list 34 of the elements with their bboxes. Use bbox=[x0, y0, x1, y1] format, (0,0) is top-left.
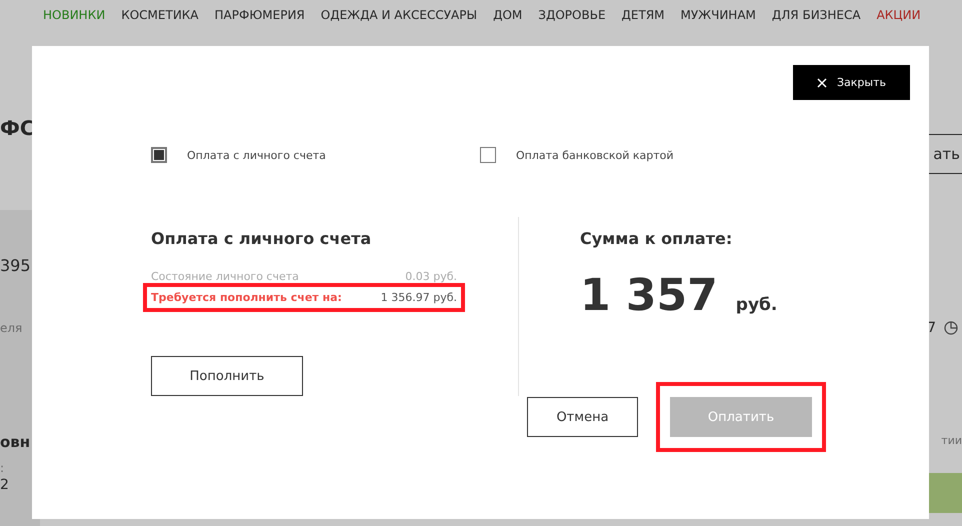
row-value: 0.03 руб. bbox=[405, 270, 457, 283]
total-title: Сумма к оплате: bbox=[580, 229, 734, 248]
order-number: 395 bbox=[0, 256, 31, 275]
field-caption: еля bbox=[0, 321, 22, 335]
row-label: Требуется пополнить счет на: bbox=[151, 291, 342, 304]
close-button[interactable]: Закрыть bbox=[793, 65, 910, 100]
top-up-button[interactable]: Пополнить bbox=[151, 356, 303, 396]
nav-link[interactable]: ДЕТЯМ bbox=[622, 8, 665, 30]
currency-text: руб. bbox=[736, 295, 778, 315]
nav-link[interactable]: МУЖЧИНАМ bbox=[680, 8, 756, 30]
cancel-button[interactable]: Отмена bbox=[527, 397, 638, 437]
nav-link[interactable]: ПАРФЮМЕРИЯ bbox=[214, 8, 305, 30]
total-amount: 1 357 bbox=[580, 270, 718, 321]
close-icon bbox=[817, 78, 827, 88]
nav-link[interactable]: КОСМЕТИКА bbox=[121, 8, 199, 30]
note-text: тии bbox=[941, 434, 962, 447]
section-heading: овн bbox=[0, 433, 30, 451]
row-label: Состояние личного счета bbox=[151, 270, 299, 283]
option-label: Оплата банковской картой bbox=[516, 148, 674, 162]
nav-link[interactable]: АКЦИИ bbox=[876, 8, 921, 30]
payment-checkbox[interactable] bbox=[151, 147, 167, 163]
section-title: Оплата с личного счета bbox=[151, 229, 372, 248]
field-label: : bbox=[0, 461, 4, 475]
field-value: 2 bbox=[0, 477, 9, 493]
page-heading: ФС bbox=[0, 116, 35, 140]
nav-link[interactable]: ОДЕЖДА И АКСЕССУАРЫ bbox=[320, 8, 478, 30]
option-label: Оплата с личного счета bbox=[187, 148, 326, 162]
nav-link[interactable]: ДОМ bbox=[493, 8, 522, 30]
pie-chart-icon bbox=[944, 321, 958, 335]
payment-checkbox[interactable] bbox=[480, 147, 496, 163]
count-text: 7 bbox=[927, 320, 936, 336]
row-value: 1 356.97 руб. bbox=[380, 291, 457, 304]
nav-link[interactable]: ЗДОРОВЬЕ bbox=[538, 8, 606, 30]
nav-link[interactable]: ДЛЯ БИЗНЕСА bbox=[772, 8, 861, 30]
